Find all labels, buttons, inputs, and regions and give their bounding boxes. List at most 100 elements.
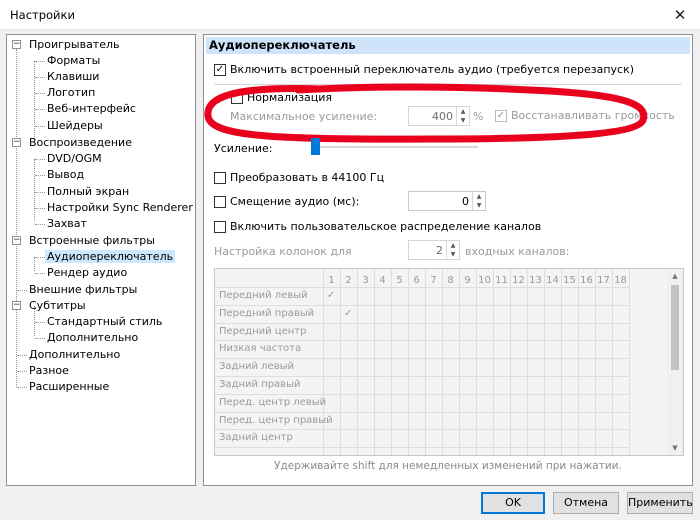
matrix-grid-line [215,287,629,288]
scroll-down-icon[interactable]: ▼ [667,441,683,455]
matrix-row-label: Низкая частота [219,343,302,354]
tree-item-label: DVD/OGM [47,152,102,165]
red-annotation-ellipse [204,83,648,143]
scroll-up-icon[interactable]: ▲ [667,269,683,283]
matrix-column-header: 2 [345,275,352,286]
custom-mapping-checkbox[interactable] [214,221,226,233]
matrix-grid-line [612,269,613,455]
matrix-check-cell[interactable]: ✓ [344,308,352,319]
tree-item-fullscreen[interactable]: Полный экран [45,184,131,200]
speaker-config-label: Настройка колонок для [214,245,352,258]
matrix-grid-line [578,269,579,455]
scrollbar-thumb[interactable] [671,285,679,370]
cancel-button[interactable]: Отмена [553,492,619,514]
collapse-icon[interactable]: − [12,138,21,147]
matrix-row-label: Перед. центр правый [219,415,333,426]
tree-guide-line [34,61,35,139]
matrix-column-header: 17 [597,275,610,286]
page-title: Аудиопереключатель [206,37,690,54]
ok-button[interactable]: OK [481,492,545,514]
spinner-arrows[interactable]: ▲ ▼ [446,241,459,259]
tree-item-subtitles[interactable]: Субтитры [27,298,88,314]
enable-switcher-checkbox[interactable]: ✓ [214,64,226,76]
tree-item-dvd-ogm[interactable]: DVD/OGM [45,151,104,167]
audio-offset-checkbox[interactable] [214,196,226,208]
input-channels-value: 2 [436,244,443,257]
tree-item-logo[interactable]: Логотип [45,85,97,101]
matrix-grid-line [215,376,629,377]
tree-item-output[interactable]: Вывод [45,167,86,183]
spinner-arrows[interactable]: ▲ ▼ [472,192,485,210]
matrix-column-header: 15 [563,275,576,286]
tree-item-label: Вывод [47,168,85,181]
spin-down-icon[interactable]: ▼ [447,250,459,259]
matrix-row-label: Задний центр [219,432,293,443]
enable-switcher-label: Включить встроенный переключатель аудио … [230,63,635,76]
tree-item-label: Клавиши [47,70,100,83]
gain-slider-track[interactable] [318,146,478,148]
tree-item-keys[interactable]: Клавиши [45,69,101,85]
collapse-icon[interactable]: − [12,236,21,245]
tree-item-label: Логотип [47,86,96,99]
tree-item-player[interactable]: Проигрыватель [27,37,122,53]
resample-label: Преобразовать в 44100 Гц [230,171,385,184]
matrix-column-header: 6 [413,275,420,286]
tree-item-label: Аудиопереключатель [45,250,176,263]
tree-item-label: Полный экран [47,185,130,198]
close-icon[interactable]: ✕ [660,0,700,30]
matrix-scrollbar[interactable]: ▲ ▼ [667,269,683,455]
matrix-column-header: 8 [447,275,454,286]
matrix-column-header: 18 [614,275,627,286]
tree-item-formats[interactable]: Форматы [45,53,102,69]
tree-item-advanced[interactable]: Дополнительно [27,347,122,363]
tree-item-audio-renderer[interactable]: Рендер аудио [45,265,129,281]
tree-connector [35,224,45,225]
tree-item-sync-renderer[interactable]: Настройки Sync Renderer [45,200,195,216]
matrix-column-header: 7 [430,275,437,286]
matrix-grid-line [215,358,629,359]
apply-button[interactable]: Применить [627,492,693,514]
matrix-grid-line [357,269,358,455]
channel-matrix: 1 2 3 4 5 6 7 8 9 10 11 12 13 14 15 16 17 18 Передний левы… [214,268,684,456]
collapse-icon[interactable]: − [12,301,21,310]
input-channels-spinner[interactable]: 2 ▲ ▼ [408,240,460,260]
tree-item-label: Разное [29,364,69,377]
tree-item-extended[interactable]: Расширенные [27,379,111,395]
tree-item-misc[interactable]: Разное [27,363,71,379]
tree-item-external-filters[interactable]: Внешние фильтры [27,282,139,298]
matrix-check-cell[interactable]: ✓ [327,290,335,301]
spin-up-icon[interactable]: ▲ [473,192,485,201]
matrix-row-label: Перед. центр левый [219,397,327,408]
collapse-icon[interactable]: − [12,40,21,49]
audio-offset-label: Смещение аудио (мс): [230,195,360,208]
matrix-grid-line [493,269,494,455]
tree-item-shaders[interactable]: Шейдеры [45,118,105,134]
tree-item-label: Рендер аудио [47,266,128,279]
tree-connector [35,77,45,78]
matrix-column-header: 11 [495,275,508,286]
spin-down-icon[interactable]: ▼ [473,201,485,210]
tree-item-internal-filters[interactable]: Встроенные фильтры [27,233,157,249]
resample-checkbox[interactable] [214,172,226,184]
matrix-column-header: 9 [464,275,471,286]
tree-item-default-style[interactable]: Стандартный стиль [45,314,164,330]
gain-slider-thumb[interactable] [311,138,320,155]
tree-item-label: Настройки Sync Renderer [47,201,193,214]
audio-offset-spinner[interactable]: 0 ▲ ▼ [408,191,486,211]
tree-guide-line [34,159,35,221]
tree-item-subtitles-misc[interactable]: Дополнительно [45,330,140,346]
gain-label: Усиление: [214,142,273,155]
matrix-grid-line [442,269,443,455]
matrix-grid-line [459,269,460,455]
spin-up-icon[interactable]: ▲ [447,241,459,250]
matrix-grid-line [510,269,511,455]
tree-item-playback[interactable]: Воспроизведение [27,135,134,151]
tree-item-capture[interactable]: Захват [45,216,89,232]
matrix-column-header: 14 [546,275,559,286]
tree-connector [35,273,45,274]
tree-connector [17,290,27,291]
tree-item-audio-switcher[interactable]: Аудиопереключатель [45,249,176,265]
matrix-grid-line [215,340,629,341]
tree-item-web-interface[interactable]: Веб-интерфейс [45,101,138,117]
tree-connector [17,387,27,388]
